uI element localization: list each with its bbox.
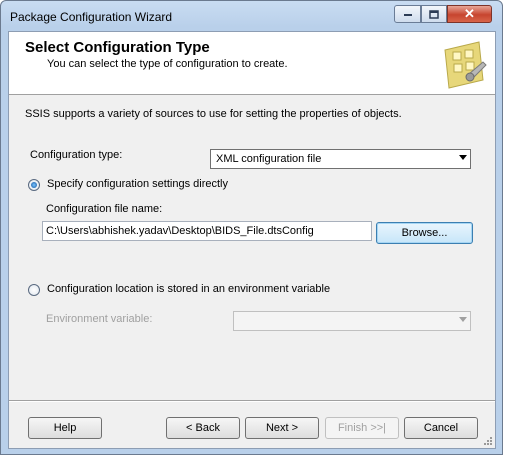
config-type-select[interactable]: XML configuration file <box>210 149 471 169</box>
close-button[interactable]: ✕ <box>447 5 492 23</box>
wizard-config-icon <box>444 41 487 89</box>
radio-environment-variable[interactable] <box>28 284 40 296</box>
wizard-client-area: Select Configuration Type You can select… <box>8 31 496 449</box>
help-button[interactable]: Help <box>28 417 102 439</box>
cancel-button[interactable]: Cancel <box>404 417 478 439</box>
wizard-header: Select Configuration Type You can select… <box>9 32 495 95</box>
close-icon: ✕ <box>464 6 475 21</box>
footer-divider <box>9 400 495 402</box>
chevron-down-icon <box>459 155 467 160</box>
radio-specify-directly[interactable] <box>28 179 40 191</box>
minimize-icon <box>403 14 412 16</box>
radio-specify-directly-label[interactable]: Specify configuration settings directly <box>47 178 228 190</box>
minimize-button[interactable] <box>394 5 421 23</box>
environment-variable-label: Environment variable: <box>46 313 153 325</box>
browse-button[interactable]: Browse... <box>376 222 473 244</box>
config-file-name-input[interactable] <box>42 221 372 241</box>
config-file-name-label: Configuration file name: <box>46 203 163 215</box>
page-title: Select Configuration Type <box>25 39 210 56</box>
page-subtitle: You can select the type of configuration… <box>47 58 288 70</box>
environment-variable-select[interactable] <box>233 311 471 331</box>
resize-grip-icon[interactable] <box>483 436 493 446</box>
window-title: Package Configuration Wizard <box>10 10 173 24</box>
title-bar[interactable]: Package Configuration Wizard ✕ <box>1 1 502 31</box>
config-type-value: XML configuration file <box>216 153 322 165</box>
next-button[interactable]: Next > <box>245 417 319 439</box>
config-type-label: Configuration type: <box>30 149 123 161</box>
intro-text: SSIS supports a variety of sources to us… <box>25 108 402 120</box>
chevron-down-icon <box>459 317 467 322</box>
maximize-icon <box>429 9 439 19</box>
back-button[interactable]: < Back <box>166 417 240 439</box>
maximize-button[interactable] <box>421 5 447 23</box>
wizard-window: Package Configuration Wizard ✕ Select Co… <box>0 0 503 455</box>
finish-button[interactable]: Finish >>| <box>325 417 399 439</box>
radio-environment-variable-label[interactable]: Configuration location is stored in an e… <box>47 283 330 295</box>
